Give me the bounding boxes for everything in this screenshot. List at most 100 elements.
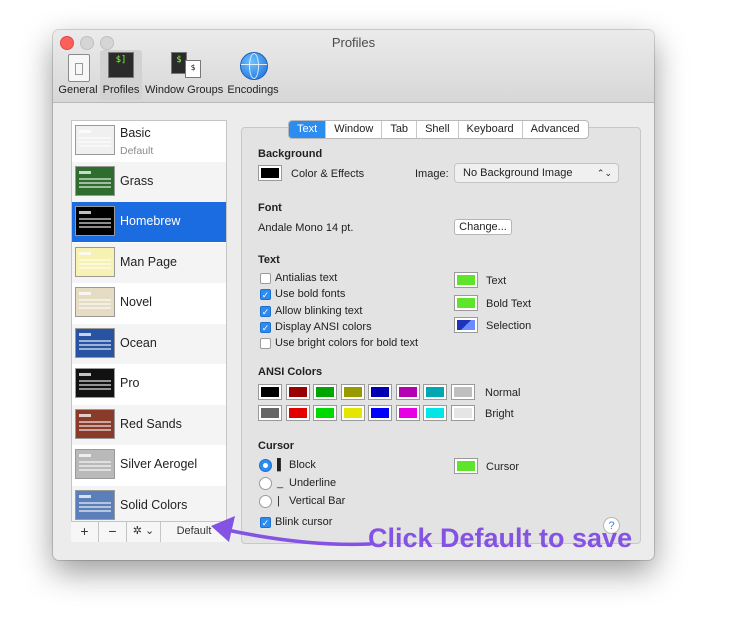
toolbar-label: Encodings <box>227 84 279 96</box>
ansi-color-fill <box>343 387 362 397</box>
profile-item[interactable]: Red Sands <box>72 404 226 445</box>
profile-item[interactable]: Ocean <box>72 323 226 364</box>
image-label: Image: <box>415 168 449 180</box>
text-option-checkbox[interactable] <box>260 338 271 350</box>
text-option-checkbox[interactable]: ✓ <box>260 305 271 317</box>
profile-thumbnail <box>75 125 115 155</box>
profile-name: Basic <box>120 126 151 140</box>
profile-name: Solid Colors <box>120 497 188 512</box>
text-color-fill <box>457 320 475 330</box>
ansi-bright-color-well[interactable] <box>423 405 447 421</box>
cursor-color-label: Cursor <box>486 461 520 473</box>
cursor-shape-icon: ▌ <box>277 459 285 471</box>
text-option-label: Allow blinking text <box>275 304 363 317</box>
ansi-bright-label: Bright <box>485 408 514 420</box>
profile-list-toolbar: + − ✲ ⌄ Default <box>71 521 227 542</box>
ansi-color-fill <box>288 387 307 397</box>
background-color-fill <box>261 168 279 178</box>
text-option-label: Display ANSI colors <box>275 320 372 333</box>
ansi-bright-color-well[interactable] <box>450 405 475 421</box>
toolbar-label: General <box>58 84 98 96</box>
text-color-fill <box>457 275 475 285</box>
tab-tab[interactable]: Tab <box>382 121 418 138</box>
text-option-checkbox[interactable] <box>260 273 271 284</box>
tab-window[interactable]: Window <box>326 121 383 138</box>
text-color-fill <box>457 297 475 308</box>
tab-text[interactable]: Text <box>289 121 327 138</box>
ansi-normal-color-well[interactable] <box>368 384 392 400</box>
ansi-normal-color-well[interactable] <box>423 384 447 400</box>
profile-name: Grass <box>120 173 154 188</box>
ansi-bright-color-well[interactable] <box>395 405 420 421</box>
toolbar-general[interactable]: General <box>58 50 98 100</box>
text-color-well[interactable] <box>454 272 478 288</box>
ansi-normal-color-well[interactable] <box>313 384 337 400</box>
ansi-bright-color-well[interactable] <box>313 405 337 421</box>
ansi-color-fill <box>371 408 389 418</box>
text-heading: Text <box>258 254 280 266</box>
profile-name: Pro <box>120 376 140 390</box>
toolbar-encodings[interactable]: Encodings <box>227 50 279 100</box>
ansi-normal-color-well[interactable] <box>395 384 420 400</box>
text-color-well[interactable] <box>454 294 478 311</box>
cursor-underline-radio[interactable] <box>259 477 272 490</box>
ansi-color-fill <box>343 408 362 418</box>
cursor-vertical-bar-radio[interactable] <box>259 495 272 508</box>
background-heading: Background <box>258 148 323 160</box>
add-profile-button[interactable]: + <box>71 522 99 542</box>
profile-thumbnail <box>75 206 115 236</box>
background-color-well[interactable] <box>258 165 282 181</box>
ansi-normal-color-well[interactable] <box>285 384 310 400</box>
titlebar: Profiles General $] Profiles $ $ Window … <box>53 30 654 103</box>
toolbar-profiles[interactable]: $] Profiles <box>100 50 142 100</box>
remove-profile-button[interactable]: − <box>99 522 127 542</box>
profile-item[interactable]: Man Page <box>72 242 226 283</box>
profile-default-label: Default <box>120 145 154 157</box>
cursor-shape-icon: _ <box>277 477 284 489</box>
text-color-well[interactable] <box>454 317 478 333</box>
ansi-bright-color-well[interactable] <box>258 405 282 421</box>
window-icon: $ <box>185 60 201 78</box>
ansi-bright-color-well[interactable] <box>285 405 310 421</box>
text-option-checkbox[interactable]: ✓ <box>260 289 271 301</box>
ansi-bright-color-well[interactable] <box>340 405 365 421</box>
profile-thumbnail <box>75 449 115 479</box>
gear-menu-button[interactable]: ✲ ⌄ <box>127 522 161 542</box>
ansi-normal-color-well[interactable] <box>450 384 475 400</box>
ansi-color-fill <box>288 408 307 418</box>
cursor-option-label: Block <box>289 459 316 471</box>
change-font-button[interactable]: Change... <box>454 219 512 235</box>
profile-item[interactable]: Pro <box>72 364 226 404</box>
ansi-normal-color-well[interactable] <box>258 384 282 400</box>
profile-item[interactable]: Grass <box>72 161 226 202</box>
profile-thumbnail <box>75 408 115 439</box>
tab-keyboard[interactable]: Keyboard <box>459 121 523 138</box>
text-option-checkbox[interactable]: ✓ <box>260 321 271 333</box>
background-image-select[interactable]: No Background Image ⌃⌄ <box>454 163 619 183</box>
profile-name: Silver Aerogel <box>120 457 198 471</box>
profile-thumbnail <box>75 287 115 317</box>
text-color-label: Text <box>486 275 507 287</box>
text-option-label: Antialias text <box>275 272 338 284</box>
ansi-color-fill <box>453 387 472 397</box>
cursor-block-radio[interactable] <box>259 459 272 472</box>
profile-name: Man Page <box>120 254 177 269</box>
cursor-shape-icon: | <box>277 495 280 507</box>
profile-item[interactable]: Basic Default <box>72 121 226 161</box>
profile-item[interactable]: Homebrew <box>72 202 226 242</box>
profile-item[interactable]: Silver Aerogel <box>72 445 226 485</box>
ansi-color-fill <box>426 408 444 418</box>
color-effects-label: Color & Effects <box>291 168 365 180</box>
cursor-color-well[interactable] <box>454 458 478 474</box>
toolbar-label: Window Groups <box>145 84 224 96</box>
profile-item[interactable]: Novel <box>72 283 226 323</box>
ansi-bright-color-well[interactable] <box>368 405 392 421</box>
toolbar-window-groups[interactable]: $ $ Window Groups <box>145 50 223 100</box>
ansi-normal-color-well[interactable] <box>340 384 365 400</box>
tab-shell[interactable]: Shell <box>417 121 459 138</box>
profile-list[interactable]: Basic Default Grass Homebrew Man Page Novel Oc… <box>71 120 227 542</box>
text-color-label: Bold Text <box>486 297 532 310</box>
profile-item[interactable]: Solid Colors <box>72 485 226 526</box>
ansi-color-fill <box>316 408 334 418</box>
tab-advanced[interactable]: Advanced <box>523 121 588 138</box>
